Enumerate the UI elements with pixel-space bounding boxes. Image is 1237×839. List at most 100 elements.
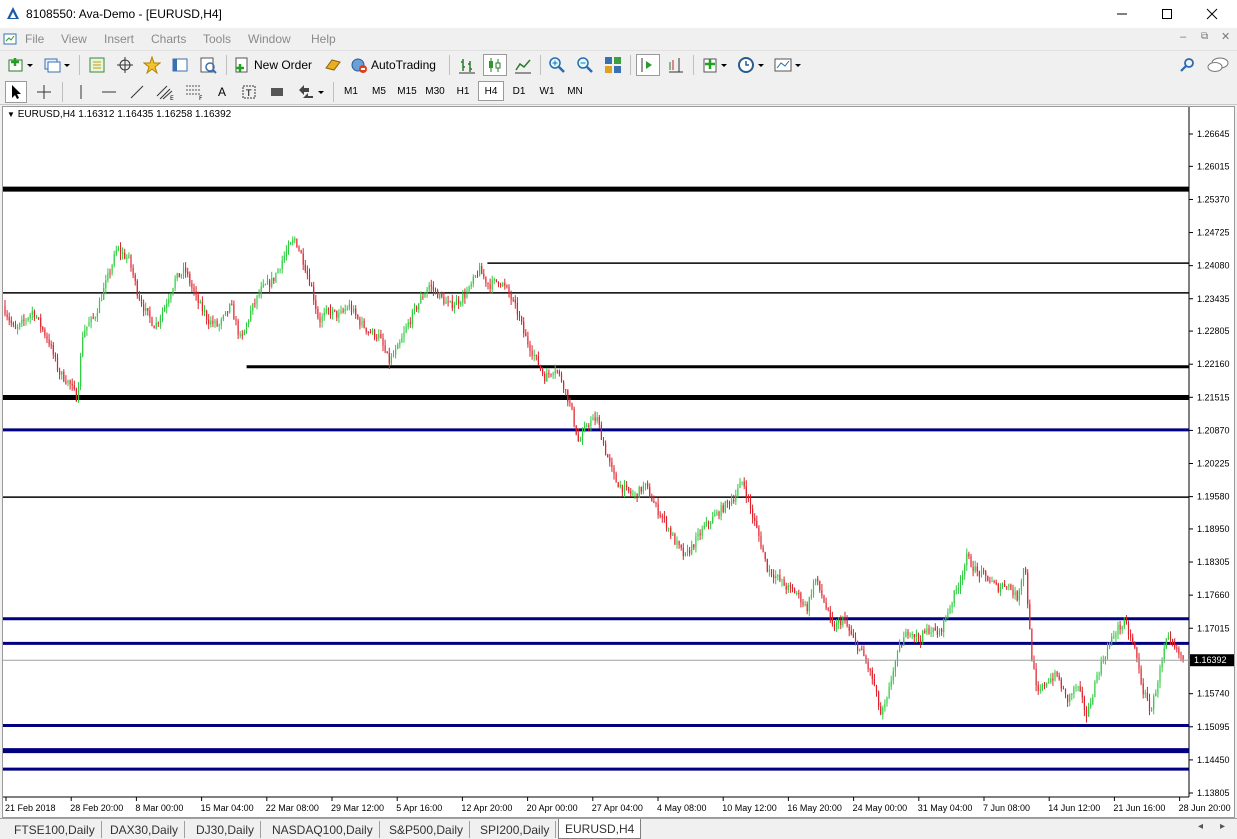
text-tool-button[interactable]: A: [212, 81, 232, 103]
search-button[interactable]: [1178, 54, 1198, 76]
candle-body: [476, 275, 479, 277]
candle-body: [827, 608, 829, 610]
menu-file[interactable]: File: [25, 32, 44, 46]
timeframe-m5[interactable]: M5: [366, 81, 392, 101]
templates-button[interactable]: [772, 54, 804, 76]
tab-eurusd[interactable]: EURUSD,H4: [558, 819, 642, 839]
price-label: 1.26645: [1197, 129, 1230, 139]
candle-body: [140, 299, 143, 305]
market-closed-button[interactable]: [323, 54, 343, 76]
timeframe-m15[interactable]: M15: [394, 81, 420, 101]
candle-body: [745, 486, 747, 498]
timeframe-h1[interactable]: H1: [450, 81, 476, 101]
time-label: 29 Mar 12:00: [331, 803, 384, 813]
candle-body: [359, 318, 361, 326]
candle-body: [275, 273, 277, 282]
candle-body: [617, 482, 619, 488]
timeframe-mn[interactable]: MN: [562, 81, 588, 101]
chart-window-icon[interactable]: [3, 32, 17, 46]
rectangle-label-icon: [271, 88, 283, 96]
terminal-button[interactable]: [169, 54, 191, 76]
autotrading-button[interactable]: AutoTrading: [350, 54, 436, 76]
candle-body: [991, 580, 993, 582]
candle-body: [111, 265, 113, 274]
auto-scroll-button[interactable]: [636, 54, 660, 76]
periods-button[interactable]: [735, 54, 767, 76]
timeframe-h4[interactable]: H4: [478, 81, 504, 101]
tabs-scroll-left-icon[interactable]: ◂: [1198, 821, 1203, 832]
new-chart-button[interactable]: [6, 54, 36, 76]
price-chart[interactable]: 1.26645 1.26015 1.25370 1.24725 1.24080 1.234…: [3, 107, 1234, 817]
fibonacci-tool-button[interactable]: F: [183, 81, 207, 103]
data-window-button[interactable]: [114, 54, 136, 76]
bar-chart-button[interactable]: [456, 54, 478, 76]
maximize-button[interactable]: [1144, 0, 1190, 28]
crosshair-tool-button[interactable]: [33, 81, 55, 103]
candle-body: [90, 317, 92, 323]
menu-view[interactable]: View: [61, 32, 87, 46]
tab-dj30[interactable]: DJ30,Daily: [190, 821, 262, 838]
candle-body: [245, 323, 248, 331]
tab-sp500[interactable]: S&P500,Daily: [383, 821, 471, 838]
candle-body: [1033, 660, 1035, 669]
chat-button[interactable]: [1206, 54, 1230, 76]
candle-body: [92, 317, 94, 319]
child-minimize-icon[interactable]: ‒: [1180, 31, 1186, 43]
menu-window[interactable]: Window: [248, 32, 291, 46]
candle-body: [399, 342, 401, 345]
zoom-out-button[interactable]: [574, 54, 596, 76]
candlestick-icon: [489, 58, 501, 72]
tab-ftse100[interactable]: FTSE100,Daily: [8, 821, 102, 838]
candle-body: [514, 299, 516, 303]
menu-help[interactable]: Help: [311, 32, 336, 46]
menu-tools[interactable]: Tools: [203, 32, 231, 46]
vertical-line-tool-button[interactable]: [70, 81, 92, 103]
market-watch-button[interactable]: [86, 54, 108, 76]
menu-charts[interactable]: Charts: [151, 32, 186, 46]
chart-shift-button[interactable]: [665, 54, 687, 76]
navigator-button[interactable]: [141, 54, 163, 76]
menu-insert[interactable]: Insert: [104, 32, 134, 46]
indicators-button[interactable]: [700, 54, 730, 76]
candle-body: [884, 703, 886, 709]
close-button[interactable]: [1189, 0, 1235, 28]
strategy-tester-button[interactable]: [197, 54, 219, 76]
candle-body: [170, 294, 172, 300]
chart-window[interactable]: 1.26645 1.26015 1.25370 1.24725 1.24080 1.234…: [2, 106, 1235, 818]
tab-dax30[interactable]: DAX30,Daily: [104, 821, 186, 838]
timeframe-d1[interactable]: D1: [506, 81, 532, 101]
candle-body: [422, 296, 424, 298]
equidistant-channel-tool-button[interactable]: E: [154, 81, 178, 103]
child-close-icon[interactable]: ✕: [1221, 30, 1230, 43]
candle-body: [974, 566, 976, 572]
tile-windows-button[interactable]: [602, 54, 624, 76]
candle-body: [787, 585, 789, 590]
child-restore-icon[interactable]: ⧉: [1201, 31, 1208, 42]
arrows-tool-button[interactable]: [295, 81, 327, 103]
candlestick-chart-button[interactable]: [483, 54, 507, 76]
timeframe-m1[interactable]: M1: [338, 81, 364, 101]
candle-body: [890, 680, 892, 687]
cursor-tool-button[interactable]: [5, 81, 27, 103]
minimize-button[interactable]: [1099, 0, 1145, 28]
tab-nasdaq100[interactable]: NASDAQ100,Daily: [266, 821, 380, 838]
zoom-in-button[interactable]: [546, 54, 568, 76]
profiles-button[interactable]: [42, 54, 72, 76]
timeframe-m30[interactable]: M30: [422, 81, 448, 101]
candle-body: [1094, 681, 1096, 698]
candle-body: [901, 644, 903, 646]
candle-body: [382, 337, 384, 346]
tabs-scroll-right-icon[interactable]: ▸: [1220, 821, 1225, 832]
timeframe-w1[interactable]: W1: [534, 81, 560, 101]
new-order-button[interactable]: New Order: [233, 54, 312, 76]
tab-spi200[interactable]: SPI200,Daily: [474, 821, 557, 838]
trendline-tool-button[interactable]: [126, 81, 148, 103]
candle-body: [409, 322, 411, 324]
candle-body: [468, 286, 470, 292]
line-chart-button[interactable]: [512, 54, 534, 76]
horizontal-line-tool-button[interactable]: [98, 81, 120, 103]
candle-body: [577, 434, 579, 442]
candle-body: [458, 299, 460, 305]
text-label-tool-button[interactable]: T: [238, 81, 260, 103]
rectangle-label-tool-button[interactable]: [266, 81, 288, 103]
